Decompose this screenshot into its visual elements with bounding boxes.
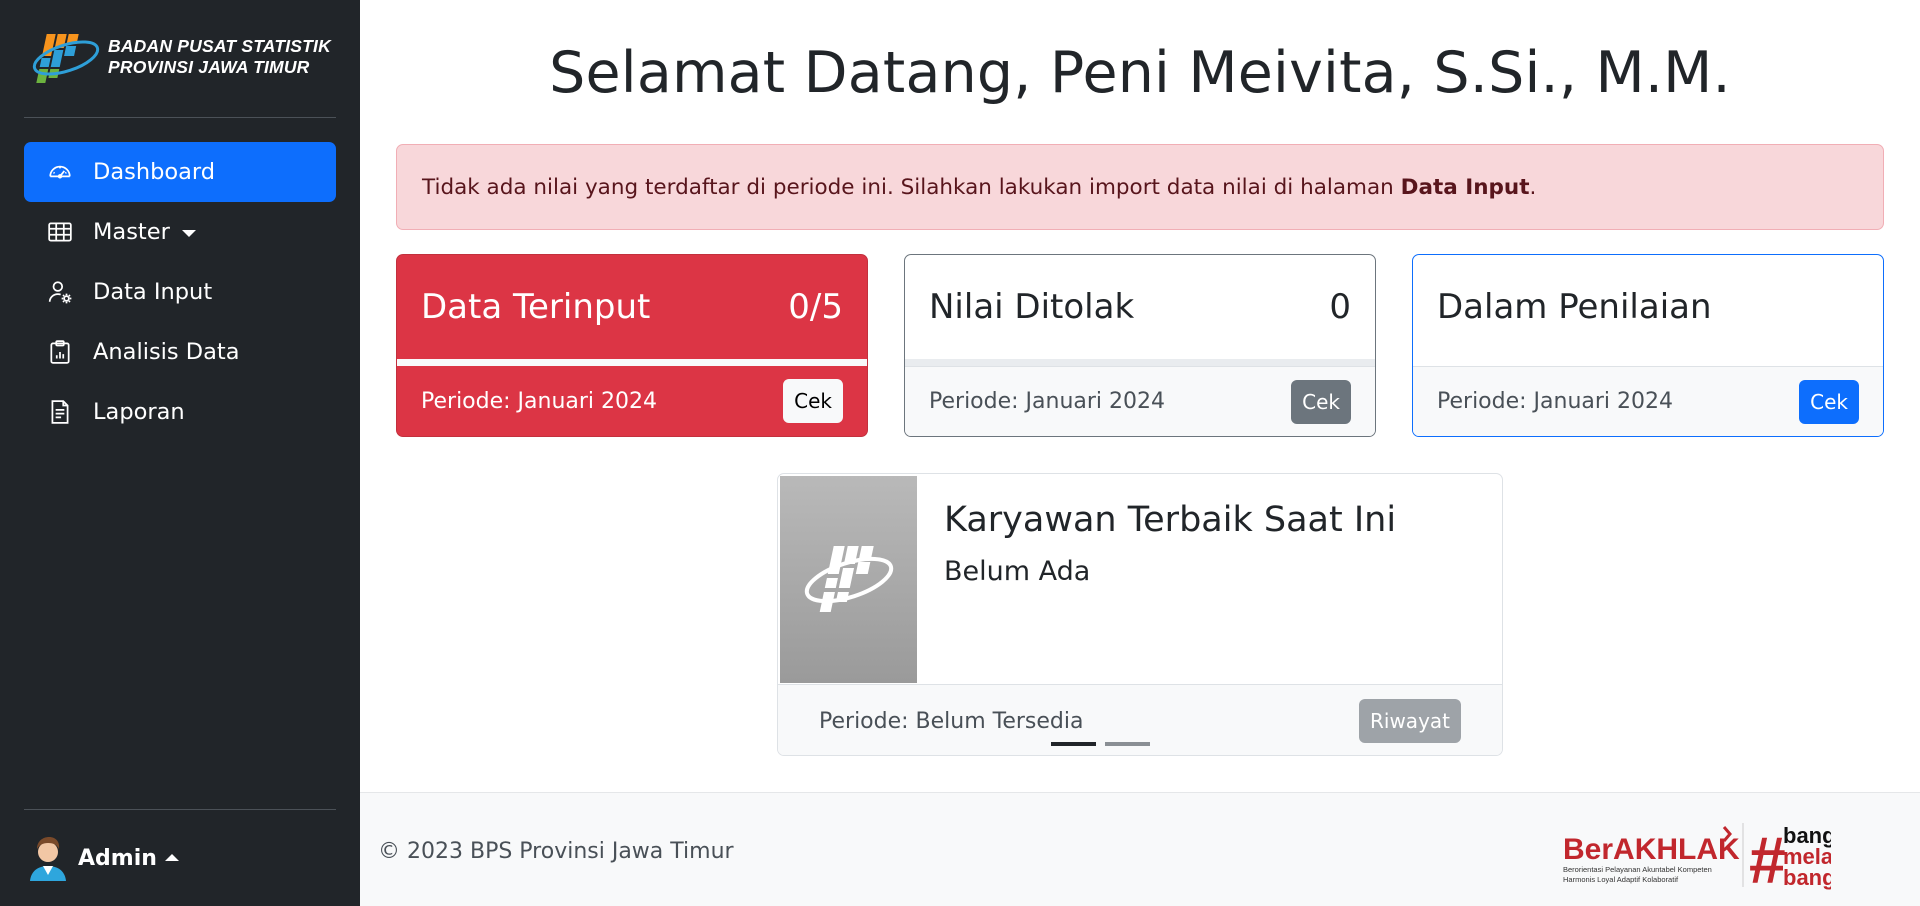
- alert-end: .: [1529, 174, 1537, 200]
- card-value: 0/5: [788, 287, 843, 327]
- person-gear-icon: [47, 279, 73, 305]
- footer-copyright: © 2023 BPS Provinsi Jawa Timur: [378, 839, 734, 864]
- hashtag-icon: #: [1749, 823, 1786, 891]
- card-period: Periode: Januari 2024: [1437, 389, 1674, 414]
- riwayat-button[interactable]: Riwayat: [1359, 699, 1461, 743]
- berakhlak-logo: BerAKHLAK Berorientasi Pelayanan Akuntab…: [1563, 823, 1831, 891]
- berakhlak-tagline-1: Berorientasi Pelayanan Akuntabel Kompete…: [1563, 865, 1712, 874]
- sidebar-item-label: Data Input: [93, 279, 213, 305]
- employee-card-title: Karyawan Terbaik Saat Ini: [944, 500, 1397, 540]
- speedometer-icon: [47, 159, 73, 185]
- sidebar-divider: [24, 809, 336, 810]
- employee-name: Belum Ada: [944, 556, 1091, 587]
- card-period: Periode: Januari 2024: [929, 389, 1166, 414]
- carousel-indicators: [1051, 742, 1159, 746]
- sidebar-item-label: Laporan: [93, 399, 185, 425]
- card-title: Data Terinput: [421, 287, 651, 327]
- card-period: Periode: Januari 2024: [421, 388, 658, 414]
- card-dalam-penilaian: Dalam Penilaian Periode: Januari 2024 Ce…: [1412, 254, 1884, 437]
- alert-message: Tidak ada nilai yang terdaftar di period…: [422, 174, 1401, 200]
- sidebar-item-dashboard[interactable]: Dashboard: [24, 142, 336, 202]
- bps-logo: [32, 34, 100, 83]
- bangga-text-3: bangsa: [1783, 865, 1831, 890]
- brand[interactable]: BADAN PUSAT STATISTIK PROVINSI JAWA TIMU…: [28, 28, 331, 86]
- sidebar-nav: Dashboard Master Data Input Analisis Dat…: [24, 142, 336, 442]
- sidebar-item-data-input[interactable]: Data Input: [24, 262, 336, 322]
- card-footer: Periode: Januari 2024 Cek: [905, 366, 1375, 436]
- carousel-indicator[interactable]: [1105, 742, 1150, 746]
- berakhlak-title: BerAKHLAK: [1563, 833, 1740, 866]
- brand-line-1: BADAN PUSAT STATISTIK: [108, 36, 331, 56]
- alert-text: Tidak ada nilai yang terdaftar di period…: [422, 175, 1536, 200]
- card-body: Dalam Penilaian: [1413, 255, 1883, 359]
- footer: © 2023 BPS Provinsi Jawa Timur BerAKHLAK…: [360, 792, 1920, 906]
- cek-button[interactable]: Cek: [1799, 379, 1859, 424]
- card-title: Dalam Penilaian: [1437, 287, 1712, 327]
- cek-button[interactable]: Cek: [783, 379, 843, 423]
- file-text-icon: [47, 399, 73, 425]
- alert-no-data: Tidak ada nilai yang terdaftar di period…: [396, 144, 1884, 230]
- alert-link[interactable]: Data Input: [1401, 175, 1530, 200]
- sidebar-divider: [24, 117, 336, 118]
- user-name: Admin: [78, 845, 157, 871]
- user-avatar-icon: [30, 837, 66, 881]
- carousel-indicator[interactable]: [1051, 742, 1096, 746]
- sidebar-item-master[interactable]: Master: [24, 202, 336, 262]
- sidebar-item-analisis-data[interactable]: Analisis Data: [24, 322, 336, 382]
- page-title: Selamat Datang, Peni Meivita, S.Si., M.M…: [549, 40, 1731, 106]
- card-title: Nilai Ditolak: [929, 287, 1135, 327]
- table-icon: [47, 219, 73, 245]
- brand-line-2: PROVINSI JAWA TIMUR: [108, 57, 310, 77]
- chevron-up-icon: [164, 853, 179, 861]
- employee-period: Periode: Belum Tersedia: [819, 708, 1084, 734]
- chevron-down-icon: [181, 229, 196, 237]
- card-body: Data Terinput 0/5: [397, 255, 867, 359]
- card-data-terinput: Data Terinput 0/5 Periode: Januari 2024 …: [396, 254, 868, 437]
- clipboard-data-icon: [47, 339, 73, 365]
- card-body: Nilai Ditolak 0: [905, 255, 1375, 359]
- user-menu[interactable]: Admin: [28, 834, 179, 882]
- bps-logo-icon: [804, 545, 893, 612]
- employee-photo: [780, 476, 917, 683]
- sidebar-item-label: Analisis Data: [93, 339, 240, 365]
- best-employee-card: Karyawan Terbaik Saat Ini Belum Ada Peri…: [777, 473, 1503, 756]
- card-footer: Periode: Januari 2024 Cek: [397, 366, 867, 436]
- card-nilai-ditolak: Nilai Ditolak 0 Periode: Januari 2024 Ce…: [904, 254, 1376, 437]
- card-value: 0: [1329, 287, 1351, 327]
- main-content: Selamat Datang, Peni Meivita, S.Si., M.M…: [360, 0, 1920, 906]
- cek-button[interactable]: Cek: [1291, 379, 1351, 424]
- sidebar-item-label: Master: [93, 219, 170, 245]
- sidebar: BADAN PUSAT STATISTIK PROVINSI JAWA TIMU…: [0, 0, 360, 906]
- card-footer: Periode: Januari 2024 Cek: [1413, 366, 1883, 436]
- brand-text: BADAN PUSAT STATISTIK PROVINSI JAWA TIMU…: [108, 36, 331, 78]
- berakhlak-tagline-2: Harmonis Loyal Adaptif Kolaboratif: [1563, 875, 1679, 884]
- sidebar-item-laporan[interactable]: Laporan: [24, 382, 336, 442]
- sidebar-item-label: Dashboard: [93, 159, 216, 185]
